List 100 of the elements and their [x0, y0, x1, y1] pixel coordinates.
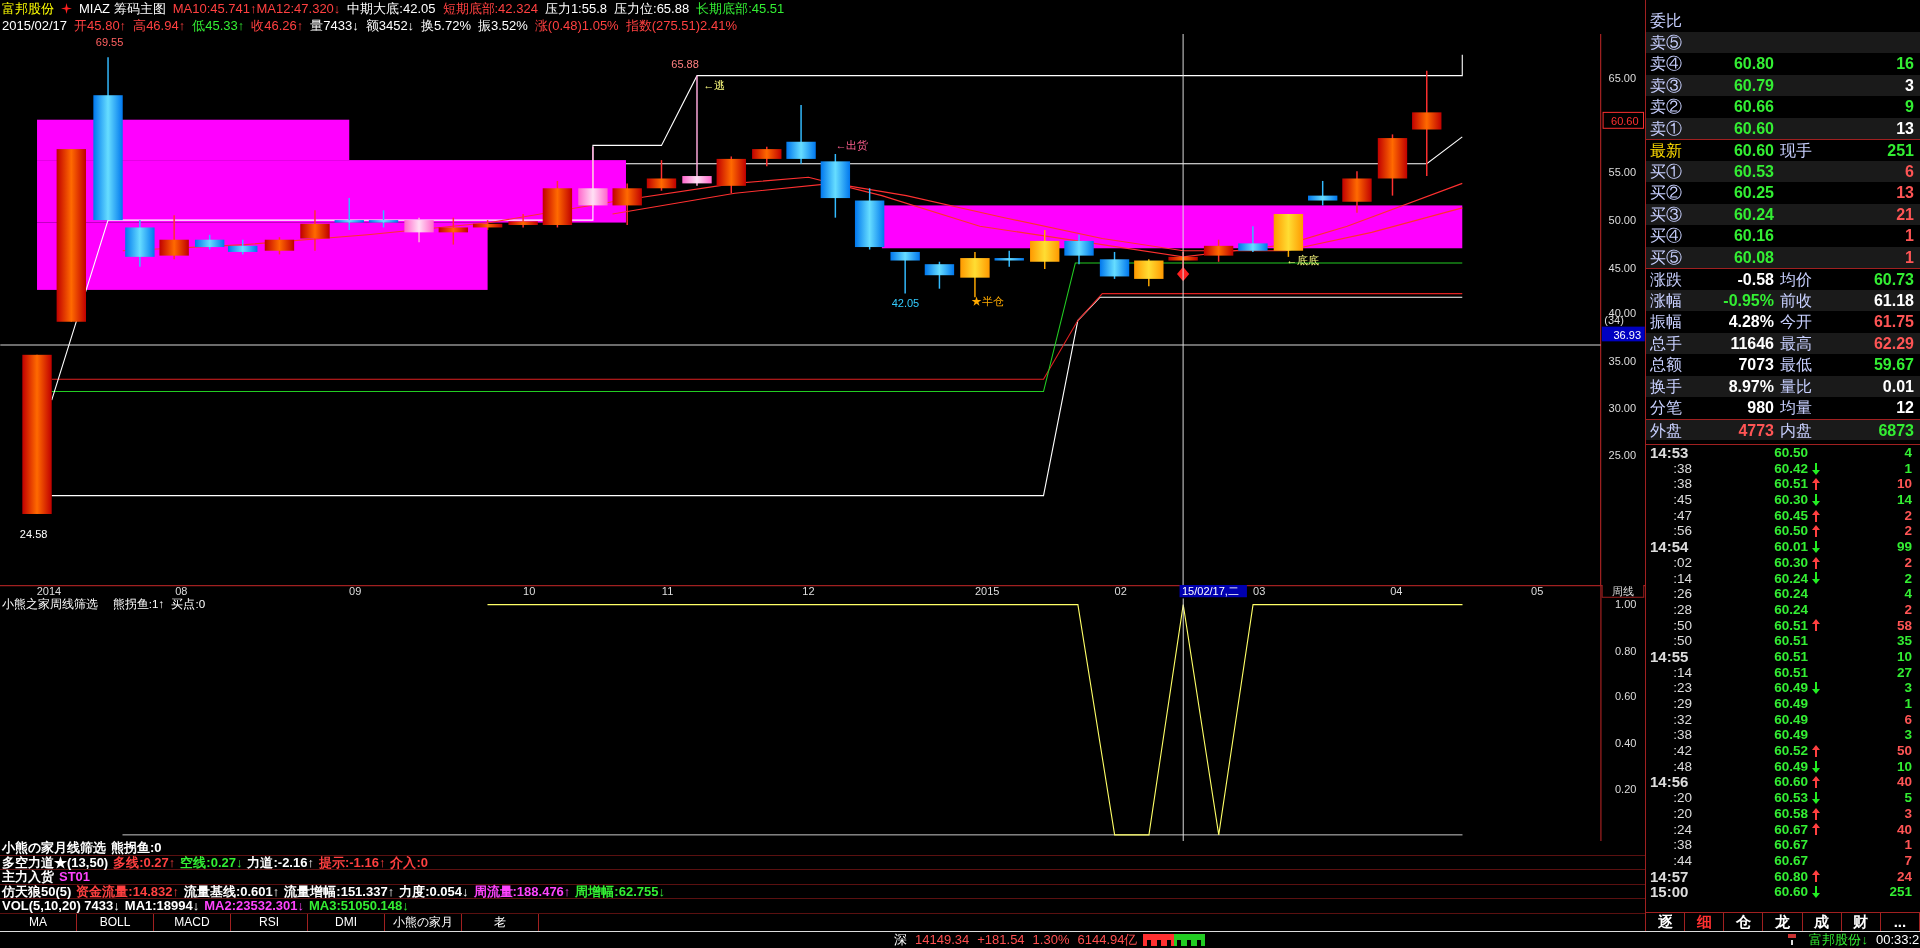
tick-price: 60.01 [1773, 539, 1808, 555]
axis-label: 11 [661, 585, 674, 597]
quote-label: 卖⑤ [1649, 32, 1683, 53]
tick-time: :14 [1672, 664, 1693, 681]
header-value: 低45.33↑ [192, 18, 245, 33]
axis-label: 02 [1114, 585, 1127, 597]
indicator-value: 流量基线:0.601↑ [183, 883, 280, 899]
quote-tab[interactable]: ... [1880, 913, 1920, 931]
axis-label: 12 [802, 585, 815, 597]
star-icon [61, 3, 72, 14]
quote-tab[interactable]: 财 [1841, 913, 1881, 931]
quote-value: -0.58 [1736, 270, 1774, 290]
candlestick [368, 209, 399, 229]
candlestick [1064, 234, 1094, 265]
tick-price: 60.67 [1773, 821, 1808, 838]
header-value: 换5.72% [421, 18, 471, 33]
indicator-tab[interactable]: DMI [308, 913, 385, 931]
header-value: 指数(275.51)2.41% [625, 18, 737, 33]
quote-label: 外盘 [1649, 420, 1683, 440]
indicator-tab[interactable]: 小熊の家月 [385, 913, 462, 931]
tick-price: 60.53 [1773, 790, 1808, 806]
quote-value: -0.95% [1722, 290, 1774, 311]
tick-time: 14:54 [1649, 539, 1690, 555]
quote-volume: 3 [1904, 75, 1915, 96]
tick-time: :28 [1672, 601, 1693, 618]
tick-price: 60.42 [1773, 460, 1808, 477]
axis-label: 03 [1253, 585, 1266, 597]
axis-label: 05 [1531, 585, 1544, 597]
header-value: 长期底部:45.51 [696, 1, 785, 16]
header-value: 额3452↓ [365, 18, 415, 33]
index-value: 14149.34 [915, 932, 970, 948]
chart-annotation: ←底底 [1285, 254, 1319, 267]
indicator-value: 空线:0.27↓ [180, 854, 243, 870]
indicator-tab[interactable]: 老 [462, 913, 539, 931]
candlestick [472, 219, 503, 231]
index-percent: 1.30% [1032, 932, 1070, 948]
tick-volume: 40 [1895, 774, 1913, 791]
quote-label: 分笔 [1649, 398, 1683, 418]
indicator-value: VOL(5,10,20) 7433↓ [2, 898, 120, 914]
quote-label: 现手 [1779, 141, 1813, 161]
tick-volume: 2 [1903, 507, 1913, 524]
quote-tab[interactable]: 细 [1685, 913, 1725, 931]
quote-label: 买③ [1649, 204, 1683, 225]
turnover-amount: 6144.94亿 [1077, 932, 1138, 948]
axis-label: 2015 [975, 585, 1000, 597]
tick-time: :26 [1672, 586, 1693, 602]
quote-label: 总手 [1649, 333, 1683, 354]
axis-label: 35.00 [1608, 354, 1637, 367]
header-value: 量7433↓ [310, 18, 359, 33]
axis-label: 0.80 [1614, 644, 1637, 657]
quote-label: 换手 [1649, 376, 1683, 397]
candlestick [159, 214, 189, 261]
candlestick [1308, 180, 1338, 207]
candlestick [1099, 251, 1130, 280]
indicator-value: 周流量:188.476↑ [473, 883, 571, 899]
candlestick [438, 216, 468, 246]
tick-volume: 2 [1903, 523, 1913, 540]
header-value: 中期大底:42.05 [347, 1, 436, 16]
axis-label: 45.00 [1608, 261, 1637, 274]
quote-volume: 6 [1904, 161, 1915, 182]
header-value: 压力1:55.8 [544, 1, 608, 16]
quote-tab[interactable]: 龙 [1763, 913, 1803, 931]
quote-tab[interactable]: 逐 [1646, 913, 1686, 931]
chart-annotation: 65.88 [671, 58, 699, 71]
indicator-tab[interactable]: BOLL [77, 913, 154, 931]
quote-label: 买⑤ [1649, 247, 1683, 268]
tick-time: :38 [1672, 460, 1693, 477]
axis-label: 25.00 [1608, 448, 1637, 461]
tick-volume: 50 [1895, 743, 1913, 759]
quote-volume: 1 [1904, 226, 1915, 246]
tick-volume: 1 [1903, 460, 1913, 477]
tick-price: 60.50 [1773, 523, 1808, 540]
price-tag: 60.60 [1602, 111, 1644, 129]
quote-price: 60.66 [1732, 97, 1774, 117]
candlestick [960, 251, 990, 298]
quote-tab[interactable]: 仓 [1724, 913, 1764, 931]
indicator-tab[interactable]: MA [0, 913, 77, 931]
header-value: 振3.52% [478, 18, 528, 33]
tick-time: 14:53 [1649, 445, 1690, 461]
indicator-tab[interactable]: RSI [231, 913, 308, 931]
axis-label: 10 [523, 585, 536, 597]
tick-time: :38 [1672, 837, 1693, 853]
indicator-value: 熊拐鱼:0 [111, 840, 162, 855]
tick-time: 14:55 [1649, 648, 1690, 665]
date-cursor-label: 15/02/17,二 [1179, 585, 1247, 598]
quote-label: 内盘 [1779, 420, 1813, 440]
indicator-value: MA1:18994↓ [124, 898, 200, 914]
tick-price: 60.49 [1773, 696, 1808, 712]
tick-time: :48 [1672, 758, 1693, 775]
tick-price: 60.51 [1773, 664, 1808, 681]
indicator-value: 力道:-2.16↑ [247, 854, 314, 870]
indicator-tab[interactable]: MACD [154, 913, 231, 931]
candlestick [228, 238, 258, 256]
chart-annotation: ←出货 [835, 139, 869, 152]
quote-value: 8.97% [1727, 376, 1774, 397]
quote-tab[interactable]: 成 [1802, 913, 1842, 931]
tick-price: 60.51 [1773, 648, 1808, 665]
quote-label: 最新 [1649, 141, 1683, 161]
tick-time: :45 [1672, 492, 1693, 508]
header-value: 涨(0.48)1.05% [534, 18, 619, 33]
